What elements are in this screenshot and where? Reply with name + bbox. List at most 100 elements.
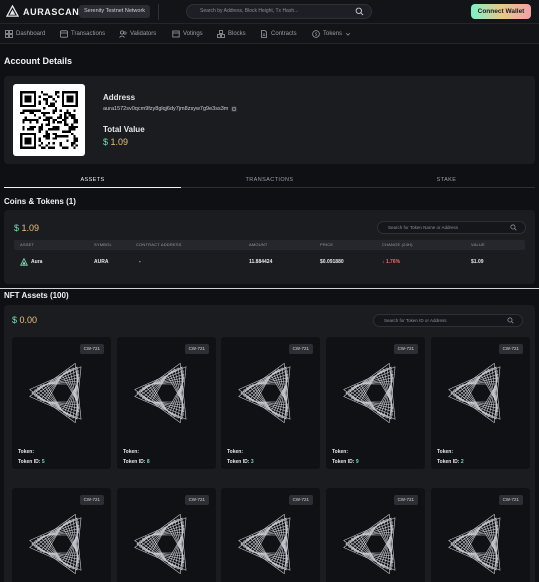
nft-standard-badge: CW-721	[79, 344, 104, 354]
nav-votings[interactable]: Votings	[172, 24, 203, 44]
nft-item[interactable]: CW-721	[12, 488, 111, 582]
nft-token-id: Token ID: 8	[123, 459, 150, 465]
asset-amount: 11.884424	[249, 259, 273, 265]
asset-name[interactable]: Aura	[31, 256, 42, 268]
search-icon[interactable]	[355, 7, 364, 16]
token-search-input[interactable]: Search for Token Name or Address	[377, 221, 526, 234]
nft-artwork	[29, 363, 82, 423]
address-value: aura1572sv0qcm9fzy8glqj6dy7jm8zsyw7g9e3s…	[103, 106, 237, 112]
svg-text:$: $	[315, 32, 318, 38]
nft-item[interactable]: CW-721	[221, 488, 320, 582]
nft-token-id-value: 9	[355, 459, 359, 465]
aurascan-logo[interactable]: AURASCAN	[6, 5, 79, 18]
column-header: AMOUNT	[249, 242, 268, 247]
nft-artwork	[29, 514, 82, 574]
nft-token-id-label: Token ID:	[18, 459, 41, 465]
nft-item[interactable]: CW-721 Token: Token ID: 9	[326, 337, 425, 469]
tab-stake[interactable]: STAKE	[358, 174, 535, 188]
nft-token-id-value: 8	[146, 459, 150, 465]
nft-token-id-label: Token ID:	[227, 459, 250, 465]
coins-total-amount: 1.09	[21, 223, 40, 233]
users-icon	[119, 30, 127, 38]
asset-value: $1.09	[471, 259, 484, 265]
nav-label: Contracts	[271, 31, 297, 37]
column-header: SYMBOL	[94, 242, 112, 247]
nft-item[interactable]: CW-721	[326, 488, 425, 582]
copy-icon[interactable]	[231, 106, 237, 112]
nav-dashboard[interactable]: Dashboard	[5, 24, 45, 44]
price-change: ↓ 1.76%	[382, 259, 401, 265]
nft-item[interactable]: CW-721 Token: Token ID: 5	[12, 337, 111, 469]
nft-standard-badge: CW-721	[498, 344, 523, 354]
nft-token-id-value: 2	[460, 459, 464, 465]
coins-table-header: ASSET SYMBOL CONTRACT ADDRESS AMOUNT PRI…	[14, 240, 525, 250]
nft-token-label: Token:	[332, 449, 349, 455]
nft-token-id: Token ID: 5	[18, 459, 45, 465]
table-row[interactable]: Aura AURA - 11.884424 $0.091880 ↓ 1.76% …	[14, 256, 525, 268]
search-icon[interactable]	[510, 224, 517, 231]
network-badge[interactable]: Serenity Testnet Network	[79, 5, 151, 18]
nav-validators[interactable]: Validators	[119, 24, 156, 44]
page-title: Account Details	[4, 56, 73, 66]
tab-transactions[interactable]: TRANSACTIONS	[181, 174, 358, 188]
nft-item[interactable]: CW-721	[431, 488, 530, 582]
list-icon	[60, 30, 68, 38]
nav-blocks[interactable]: Blocks	[217, 24, 246, 44]
grid-icon	[5, 30, 13, 38]
coins-section-title: Coins & Tokens (1)	[4, 197, 76, 206]
nft-artwork	[343, 514, 396, 574]
total-value-label: Total Value	[103, 125, 145, 134]
chevron-down-icon	[345, 33, 351, 36]
nav-label: Blocks	[228, 31, 246, 37]
nft-item[interactable]: CW-721 Token: Token ID: 3	[221, 337, 320, 469]
nav-tokens[interactable]: $ Tokens	[312, 24, 351, 44]
column-header: PRICE	[320, 242, 334, 247]
column-header: ASSET	[20, 242, 35, 247]
nft-token-label: Token:	[18, 449, 35, 455]
total-value-amount: 1.09	[110, 137, 129, 147]
nft-artwork	[343, 363, 396, 423]
global-search-input[interactable]: Search by Address, Block Height, Tx Hash…	[186, 4, 372, 19]
nft-artwork	[238, 514, 291, 574]
nft-standard-badge: CW-721	[184, 495, 209, 505]
total-value: $ 1.09	[103, 137, 128, 147]
nft-item[interactable]: CW-721 Token: Token ID: 8	[117, 337, 216, 469]
nft-search-input[interactable]: Search for Token ID or Address	[373, 314, 523, 327]
nft-standard-badge: CW-721	[184, 344, 209, 354]
main-nav: Dashboard Transactions Validators Voting…	[0, 24, 539, 44]
nft-token-id: Token ID: 9	[332, 459, 359, 465]
token-search-placeholder: Search for Token Name or Address	[388, 225, 458, 230]
address-label: Address	[103, 93, 136, 102]
nft-card: $ 0.00 Search for Token ID or Address CW…	[4, 305, 535, 582]
cubes-icon	[217, 30, 225, 38]
nft-token-id-value: 3	[250, 459, 254, 465]
tab-assets[interactable]: ASSETS	[4, 174, 181, 188]
nav-transactions[interactable]: Transactions	[60, 24, 105, 44]
coins-total-currency: $	[14, 223, 20, 233]
nav-contracts[interactable]: Contracts	[260, 24, 297, 44]
nft-artwork	[134, 514, 187, 574]
search-icon[interactable]	[507, 317, 514, 324]
aura-logo-icon	[6, 5, 19, 17]
nft-token-id-label: Token ID:	[332, 459, 355, 465]
nft-total-amount: 0.00	[19, 315, 38, 325]
nft-token-label: Token:	[123, 449, 140, 455]
nav-label: Dashboard	[16, 31, 46, 37]
account-card: Address aura1572sv0qcm9fzy8glqj6dy7jm8zs…	[4, 76, 535, 164]
nft-token-id-label: Token ID:	[437, 459, 460, 465]
nav-label: Tokens	[323, 31, 343, 37]
coins-total-value: $ 1.09	[14, 223, 39, 233]
coins-card: $ 1.09 Search for Token Name or Address …	[4, 210, 535, 284]
nft-standard-badge: CW-721	[79, 495, 104, 505]
nft-item[interactable]: CW-721 Token: Token ID: 2	[431, 337, 530, 469]
connect-wallet-button[interactable]: Connect Wallet	[471, 4, 531, 19]
nft-standard-badge: CW-721	[393, 344, 418, 354]
nft-item[interactable]: CW-721	[117, 488, 216, 582]
nft-token-id-label: Token ID:	[123, 459, 146, 465]
nav-label: Votings	[183, 31, 203, 37]
column-header: VALUE	[471, 242, 485, 247]
account-tabs: ASSETS TRANSACTIONS STAKE	[4, 174, 535, 188]
document-icon	[261, 30, 267, 38]
contract-address: -	[139, 259, 141, 265]
section-divider	[0, 288, 539, 289]
